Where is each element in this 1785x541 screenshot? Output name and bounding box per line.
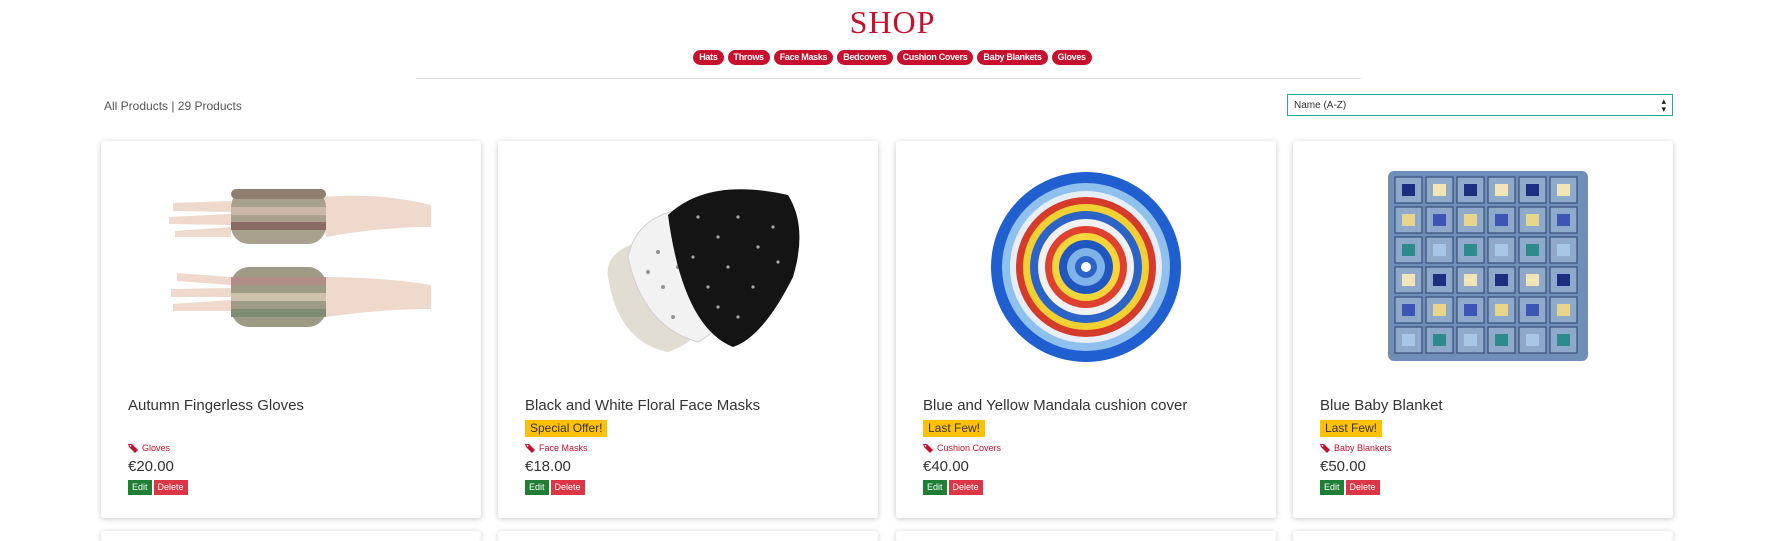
product-name[interactable]: Autumn Fingerless Gloves (128, 397, 304, 414)
select-arrows-icon: ▴ ▾ (1661, 96, 1666, 114)
product-image-fingerless-gloves[interactable] (151, 167, 431, 367)
category-pill-face-masks[interactable]: Face Masks (773, 50, 834, 65)
edit-button[interactable]: Edit (1320, 480, 1344, 495)
tag-icon (128, 444, 138, 453)
product-card[interactable]: Blue and Yellow Mandala cushion cover La… (896, 141, 1276, 518)
tag-icon (1320, 444, 1330, 453)
product-category[interactable]: Baby Blankets (1320, 443, 1392, 453)
product-category-label: Gloves (142, 443, 171, 453)
product-actions: Edit Delete (1320, 480, 1380, 495)
product-category-label: Cushion Covers (937, 443, 1002, 453)
delete-button[interactable]: Delete (550, 480, 585, 495)
product-category[interactable]: Face Masks (525, 443, 588, 453)
category-pill-cushion-covers[interactable]: Cushion Covers (896, 50, 974, 65)
product-name[interactable]: Blue and Yellow Mandala cushion cover (923, 397, 1187, 414)
product-image-granny-square-blanket[interactable] (1343, 167, 1623, 367)
product-card[interactable]: Black and White Floral Face Masks Specia… (498, 141, 878, 518)
tag-icon (923, 444, 933, 453)
product-image-face-masks[interactable] (548, 167, 828, 367)
product-name[interactable]: Black and White Floral Face Masks (525, 397, 760, 414)
last-few-badge: Last Few! (923, 420, 986, 437)
category-nav: Hats Throws Face Masks Bedcovers Cushion… (0, 50, 1785, 65)
product-category[interactable]: Cushion Covers (923, 443, 1001, 453)
product-price: €50.00 (1320, 458, 1366, 475)
edit-button[interactable]: Edit (923, 480, 947, 495)
category-pill-hats[interactable]: Hats (693, 50, 724, 65)
product-actions: Edit Delete (923, 480, 983, 495)
delete-button[interactable]: Delete (948, 480, 983, 495)
product-card[interactable] (498, 531, 878, 541)
category-pill-gloves[interactable]: Gloves (1051, 50, 1092, 65)
product-actions: Edit Delete (128, 480, 188, 495)
product-count: All Products | 29 Products (104, 99, 242, 113)
category-pill-baby-blankets[interactable]: Baby Blankets (977, 50, 1048, 65)
product-card[interactable] (896, 531, 1276, 541)
edit-button[interactable]: Edit (128, 480, 152, 495)
product-price: €18.00 (525, 458, 571, 475)
product-category-label: Face Masks (539, 443, 588, 453)
sort-select-value: Name (A-Z) (1294, 99, 1347, 111)
product-price: €40.00 (923, 458, 969, 475)
product-category-label: Baby Blankets (1334, 443, 1392, 453)
product-card[interactable]: Autumn Fingerless Gloves Gloves €20.00 E… (101, 141, 481, 518)
category-pill-throws[interactable]: Throws (727, 50, 770, 65)
product-card[interactable] (101, 531, 481, 541)
product-name[interactable]: Blue Baby Blanket (1320, 397, 1443, 414)
product-card[interactable] (1293, 531, 1673, 541)
page-title: SHOP (849, 4, 936, 40)
product-actions: Edit Delete (525, 480, 585, 495)
category-pill-bedcovers[interactable]: Bedcovers (837, 50, 893, 65)
delete-button[interactable]: Delete (153, 480, 188, 495)
product-category[interactable]: Gloves (128, 443, 170, 453)
edit-button[interactable]: Edit (525, 480, 549, 495)
product-image-mandala-cushion[interactable] (946, 167, 1226, 367)
product-price: €20.00 (128, 458, 174, 475)
delete-button[interactable]: Delete (1345, 480, 1380, 495)
product-card[interactable]: Blue Baby Blanket Last Few! Baby Blanket… (1293, 141, 1673, 518)
header-divider (416, 78, 1361, 79)
sort-select[interactable]: Name (A-Z) ▴ ▾ (1287, 94, 1673, 116)
special-offer-badge: Special Offer! (525, 420, 608, 437)
tag-icon (525, 444, 535, 453)
last-few-badge: Last Few! (1320, 420, 1383, 437)
